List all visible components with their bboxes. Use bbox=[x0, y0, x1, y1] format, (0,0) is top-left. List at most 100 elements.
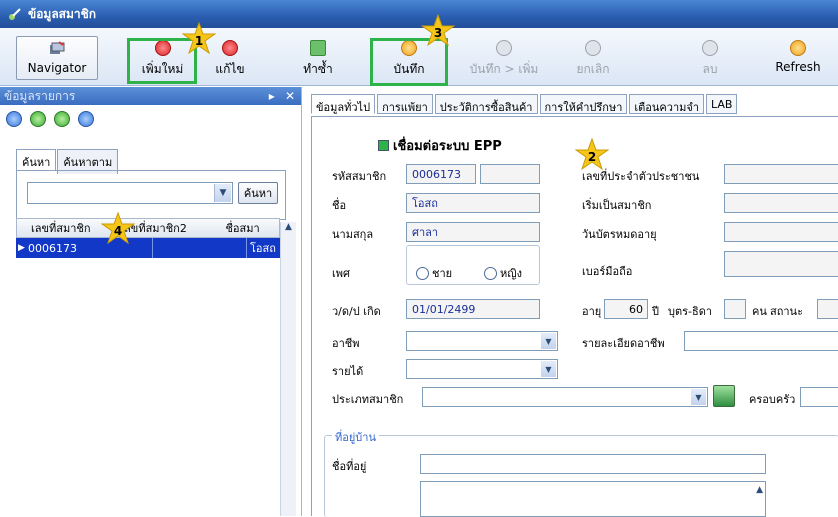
refresh-button[interactable]: Refresh bbox=[768, 36, 828, 80]
delete-button[interactable]: ลบ bbox=[695, 36, 725, 80]
member-code2-field[interactable] bbox=[480, 164, 540, 184]
app-icon bbox=[8, 7, 22, 21]
epp-checkbox[interactable]: เชื่อมต่อระบบ EPP bbox=[378, 135, 502, 156]
edit-icon bbox=[222, 40, 238, 56]
income-select[interactable]: ▼ bbox=[406, 359, 558, 379]
save-new-button[interactable]: บันทึก > เพิ่ม bbox=[466, 36, 542, 80]
callout-number: 3 bbox=[433, 25, 443, 40]
duplicate-button[interactable]: ทำซ้ำ bbox=[298, 36, 338, 80]
navigator-label: Navigator bbox=[27, 61, 87, 75]
table-row[interactable]: ▶ 0006173 โอสถ bbox=[16, 238, 280, 258]
card-expiry-label: วันบัตรหมดอายุ bbox=[582, 228, 657, 241]
member-type-lookup-icon[interactable] bbox=[713, 385, 735, 407]
window-title: ข้อมูลสมาชิก bbox=[28, 6, 97, 21]
card-expiry-field[interactable] bbox=[724, 222, 838, 242]
family-field[interactable] bbox=[800, 387, 838, 407]
main-tabs: ข้อมูลทั่วไป การแพ้ยา ประวัติการซื้อสินค… bbox=[311, 94, 739, 114]
tab-consultation[interactable]: การให้คำปรึกษา bbox=[539, 94, 628, 114]
callout-number: 1 bbox=[194, 33, 204, 48]
cancel-icon bbox=[585, 40, 601, 56]
member-type-label: ประเภทสมาชิก bbox=[332, 393, 404, 406]
dob-field[interactable]: 01/01/2499 bbox=[406, 299, 540, 319]
tab-purchase-history[interactable]: ประวัติการซื้อสินค้า bbox=[434, 94, 538, 114]
duplicate-label: ทำซ้ำ bbox=[303, 62, 333, 76]
refresh-icon bbox=[790, 40, 806, 56]
cancel-label: ยกเลิก bbox=[576, 62, 610, 76]
tab-general[interactable]: ข้อมูลทั่วไป bbox=[311, 94, 376, 114]
first-record-icon[interactable] bbox=[6, 111, 22, 127]
scroll-up-icon[interactable]: ▲ bbox=[281, 222, 296, 232]
last-name-field[interactable]: ศาลา bbox=[406, 222, 540, 242]
address-name-label: ชื่อที่อยู่ bbox=[332, 460, 367, 473]
people-label: คน bbox=[752, 305, 767, 318]
status-field[interactable] bbox=[817, 299, 838, 319]
gender-female-radio[interactable]: หญิง bbox=[484, 264, 522, 282]
chevron-down-icon[interactable]: ▼ bbox=[214, 184, 231, 202]
callout-star-4: 4 bbox=[100, 211, 136, 246]
tab-lab[interactable]: LAB bbox=[706, 94, 738, 114]
col-name[interactable]: ชื่อสมา bbox=[223, 219, 279, 237]
member-code-label: รหัสสมาชิก bbox=[332, 170, 387, 183]
mobile-label: เบอร์มือถือ bbox=[582, 265, 633, 278]
occupation-detail-label: รายละเอียดอาชีพ bbox=[582, 337, 665, 350]
duplicate-icon bbox=[310, 40, 326, 56]
occupation-detail-field[interactable] bbox=[684, 331, 838, 351]
left-panel: ข้อมูลรายการ ▸ ✕ ค้นหา ค้นหาตาม ▼ ค้นหา … bbox=[0, 87, 302, 516]
refresh-label: Refresh bbox=[775, 60, 821, 74]
dob-label: ว/ด/ป เกิด bbox=[332, 305, 381, 318]
first-name-label: ชื่อ bbox=[332, 199, 347, 212]
member-since-label: เริ่มเป็นสมาชิก bbox=[582, 199, 652, 212]
chevron-down-icon[interactable]: ▼ bbox=[541, 333, 556, 349]
callout-number: 4 bbox=[113, 223, 123, 238]
last-record-icon[interactable] bbox=[78, 111, 94, 127]
navigator-icon bbox=[49, 41, 65, 57]
navigator-button[interactable]: Navigator bbox=[16, 36, 98, 80]
status-label: สถานะ bbox=[770, 305, 803, 318]
delete-label: ลบ bbox=[702, 62, 718, 76]
prev-record-icon[interactable] bbox=[30, 111, 46, 127]
member-code-field[interactable]: 0006173 bbox=[406, 164, 476, 184]
occupation-select[interactable]: ▼ bbox=[406, 331, 558, 351]
close-icon[interactable]: ✕ bbox=[285, 89, 295, 103]
tab-reminder[interactable]: เตือนความจำ bbox=[629, 94, 705, 114]
pin-icon[interactable]: ▸ bbox=[269, 89, 275, 103]
member-grid: เลขที่สมาชิก เลขที่สมาชิก2 ชื่อสมา ▶ 000… bbox=[16, 218, 280, 258]
chevron-down-icon[interactable]: ▼ bbox=[541, 361, 556, 377]
citizen-id-field[interactable] bbox=[724, 164, 838, 184]
left-panel-header: ข้อมูลรายการ ▸ ✕ bbox=[0, 87, 301, 105]
grid-scrollbar[interactable]: ▲ bbox=[280, 222, 296, 516]
chevron-down-icon[interactable]: ▼ bbox=[691, 389, 706, 405]
cancel-button[interactable]: ยกเลิก bbox=[568, 36, 618, 80]
scroll-up-icon[interactable]: ▲ bbox=[756, 485, 763, 495]
row-pointer-icon: ▶ bbox=[18, 243, 25, 253]
search-button[interactable]: ค้นหา bbox=[238, 182, 278, 204]
address-section-title: ที่อยู่บ้าน bbox=[332, 428, 379, 446]
next-record-icon[interactable] bbox=[54, 111, 70, 127]
search-input[interactable]: ▼ bbox=[27, 182, 233, 204]
last-name-label: นามสกุล bbox=[332, 228, 374, 241]
gender-label: เพศ bbox=[332, 267, 350, 280]
age-label: อายุ bbox=[582, 305, 602, 318]
address-name-field[interactable] bbox=[420, 454, 766, 474]
address-detail-field[interactable]: ▲ bbox=[420, 481, 766, 517]
member-type-select[interactable]: ▼ bbox=[422, 387, 708, 407]
children-label: บุตร-ธิดา bbox=[668, 305, 713, 318]
member-since-field[interactable] bbox=[724, 193, 838, 213]
grid-header: เลขที่สมาชิก เลขที่สมาชิก2 ชื่อสมา bbox=[16, 218, 280, 238]
income-label: รายได้ bbox=[332, 365, 364, 378]
edit-label: แก้ไข bbox=[215, 62, 245, 76]
tab-allergy[interactable]: การแพ้ยา bbox=[377, 94, 433, 114]
first-name-field[interactable]: โอสถ bbox=[406, 193, 540, 213]
tab-search[interactable]: ค้นหา bbox=[16, 149, 57, 171]
gender-male-label: ชาย bbox=[432, 267, 453, 280]
callout-star-3: 3 bbox=[420, 13, 456, 48]
save-new-label: บันทึก > เพิ่ม bbox=[469, 62, 539, 76]
delete-icon bbox=[702, 40, 718, 56]
gender-male-radio[interactable]: ชาย bbox=[416, 264, 452, 282]
children-field[interactable] bbox=[724, 299, 746, 319]
callout-number: 2 bbox=[587, 149, 597, 164]
main-panel: ข้อมูลทั่วไป การแพ้ยา ประวัติการซื้อสินค… bbox=[303, 87, 838, 517]
age-field[interactable]: 60 bbox=[604, 299, 648, 319]
gender-female-label: หญิง bbox=[500, 267, 522, 280]
mobile-field[interactable] bbox=[724, 251, 838, 277]
